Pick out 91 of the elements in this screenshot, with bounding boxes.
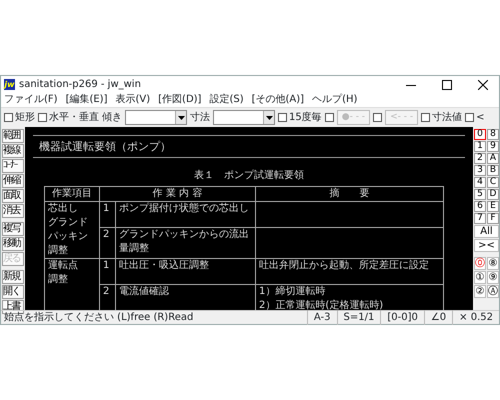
- tool-button[interactable]: 範囲: [2, 129, 24, 143]
- app-logo-icon: jw: [4, 79, 15, 90]
- checkbox[interactable]: [324, 113, 334, 122]
- layer-button[interactable]: F: [487, 213, 499, 224]
- checkbox-label: 寸法値: [432, 110, 462, 125]
- maximize-icon: [442, 80, 452, 90]
- combo-field[interactable]: [125, 110, 187, 125]
- table-cell: 運転点: [48, 260, 78, 271]
- checkbox-label: 水平・垂直: [49, 110, 99, 125]
- layer-button[interactable]: 8: [487, 129, 499, 140]
- table-cell: 1）締切運転時: [259, 286, 326, 297]
- table-cell: 2: [103, 229, 110, 240]
- layer-button[interactable]: B: [487, 165, 499, 176]
- table-cell: グランドパッキンからの流出: [119, 229, 249, 240]
- table-cell: パッキン: [48, 231, 88, 242]
- table-caption: 表１ ポンプ試運転要領: [193, 168, 305, 183]
- layer-button[interactable]: 3: [474, 165, 486, 176]
- column-header: 作 業 内 容: [152, 188, 202, 199]
- layer-button[interactable]: 7: [474, 213, 486, 224]
- column-header: 摘 要: [330, 188, 370, 199]
- layer-button[interactable]: D: [487, 189, 499, 200]
- table-cell: 1: [103, 203, 110, 214]
- menu-item[interactable]: 表示(V): [116, 93, 150, 107]
- layer-swap-button[interactable]: ><: [474, 239, 499, 252]
- tool-button[interactable]: 複線: [2, 144, 24, 158]
- table-cell: 調整: [48, 245, 68, 256]
- tool-button[interactable]: 新規: [2, 270, 24, 284]
- layer-button[interactable]: E: [487, 201, 499, 212]
- layer-button[interactable]: A: [487, 153, 499, 164]
- combo-field[interactable]: [213, 110, 275, 125]
- window-title: sanitation-p269 - jw_win: [19, 78, 142, 92]
- menu-item[interactable]: [編集(E)]: [66, 93, 108, 107]
- checkbox-label: <: [476, 111, 484, 125]
- layer-all-button[interactable]: All: [474, 225, 499, 238]
- menu-item[interactable]: ヘルプ(H): [312, 93, 358, 107]
- dropdown-arrow-icon: [178, 116, 184, 120]
- checkbox[interactable]: [421, 113, 430, 122]
- layer-button[interactable]: 5: [474, 189, 486, 200]
- tool-button[interactable]: 開く: [2, 285, 24, 299]
- checkbox[interactable]: [38, 113, 47, 122]
- column-header: 作業項目: [52, 188, 92, 199]
- table-cell: グランド: [48, 217, 88, 228]
- table-cell: 電流値確認: [119, 286, 169, 297]
- layer-button[interactable]: 0: [474, 129, 486, 140]
- checkbox-label: 15度毎: [289, 110, 322, 125]
- status-field: S=1/1: [336, 310, 380, 325]
- status-field: × 0.52: [452, 310, 499, 325]
- menu-item[interactable]: ファイル(F): [4, 93, 58, 107]
- layer-button[interactable]: 2: [474, 153, 486, 164]
- checkbox-label: 矩形: [15, 111, 35, 125]
- table-cell: ポンプ据付け状態での芯出し: [119, 203, 249, 214]
- table-cell: 調整: [48, 274, 68, 285]
- table-cell: 1: [103, 260, 110, 271]
- checkbox[interactable]: [4, 113, 13, 122]
- layer-button[interactable]: C: [487, 177, 499, 188]
- checkbox[interactable]: [465, 113, 474, 122]
- tool-button[interactable]: 複写: [2, 222, 24, 236]
- checkbox[interactable]: [373, 113, 382, 122]
- layer-button[interactable]: 1: [474, 141, 486, 152]
- menu-item[interactable]: [その他(A)]: [252, 93, 304, 107]
- status-field: [0-0]0: [380, 310, 424, 325]
- menu-item[interactable]: [作図(D)]: [158, 93, 202, 107]
- table-cell: 吐出弁閉止から起動、所定差圧に設定: [259, 260, 429, 271]
- table-cell: 量調整: [119, 243, 149, 254]
- close-icon: [478, 80, 488, 90]
- tool-button[interactable]: 消去: [2, 204, 24, 218]
- table-cell: 吐出圧・吸込圧調整: [119, 260, 209, 271]
- layer-button[interactable]: 9: [487, 141, 499, 152]
- table-cell: 2: [103, 286, 110, 297]
- field-label: 傾き: [102, 111, 122, 125]
- layer-button[interactable]: 6: [474, 201, 486, 212]
- layer-group-button[interactable]: ⑨: [487, 271, 499, 284]
- layer-button[interactable]: 4: [474, 177, 486, 188]
- dropdown-arrow-icon: [266, 116, 272, 120]
- table-cell: 芯出し: [48, 203, 78, 214]
- drawing-title: 機器試運転要領（ポンプ）: [39, 140, 171, 153]
- status-field: A-3: [306, 310, 337, 325]
- layer-group-button[interactable]: Ⓐ: [487, 285, 499, 298]
- menu-item[interactable]: 設定(S): [209, 93, 244, 107]
- layer-group-button[interactable]: ⓪: [474, 257, 486, 270]
- tool-button[interactable]: ｺｰﾅｰ: [2, 159, 24, 173]
- layer-group-button[interactable]: ①: [474, 271, 486, 284]
- tool-button[interactable]: 面取: [2, 189, 24, 203]
- checkbox[interactable]: [278, 113, 287, 122]
- status-field: ∠0: [424, 310, 452, 325]
- table-cell: 2）正常運転時(定格運転時): [259, 300, 384, 310]
- layer-group-button[interactable]: ②: [474, 285, 486, 298]
- tool-button[interactable]: 伸縮: [2, 174, 24, 188]
- tool-button[interactable]: 移動: [2, 237, 24, 251]
- layer-group-button[interactable]: ⑧: [487, 257, 499, 270]
- field-label: 寸法: [190, 110, 210, 125]
